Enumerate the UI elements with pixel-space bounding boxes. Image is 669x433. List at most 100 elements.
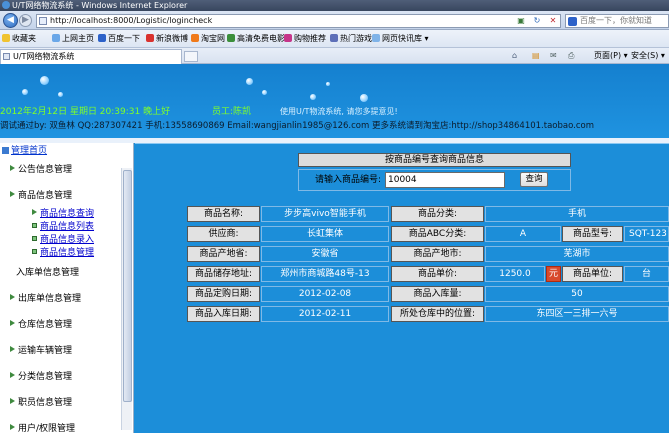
debug-credit-line: 调试通过by: 双鱼林 QQ:287307421 手机:13558690869 … [0, 121, 595, 131]
sidebar-item-label: 仓库信息管理 [18, 320, 73, 330]
sidebar-item-users[interactable]: 用户/权限管理 [10, 423, 75, 433]
sidebar-item-categories[interactable]: 分类信息管理 [10, 371, 72, 383]
feed-icon[interactable]: ▤ [532, 48, 540, 64]
bubble-decoration [246, 78, 253, 85]
game-icon [330, 34, 338, 42]
label-storage-address: 商品储存地址: [187, 266, 260, 282]
tab-logistics[interactable]: U/T网络物流系统 [0, 49, 182, 64]
sidebar-item-label: 运输车辆管理 [18, 346, 73, 356]
weibo-icon [146, 34, 154, 42]
label-origin-province: 商品产地省: [187, 246, 260, 262]
fav-item-movies[interactable]: 高清免费电影 [227, 30, 285, 47]
value-supplier: 长虹集体 [261, 226, 389, 242]
sidebar-sub-goods-query[interactable]: 商品信息查询 [32, 209, 94, 220]
refresh-icon[interactable]: ↻ [532, 16, 542, 26]
address-text: http://localhost:8000/Logistic/loginchec… [50, 16, 213, 25]
value-unit: 台 [624, 266, 669, 282]
new-tab-button[interactable] [184, 51, 198, 62]
sidebar-item-notices[interactable]: 公告信息管理 [10, 164, 72, 176]
sidebar-item-warehouse[interactable]: 仓库信息管理 [10, 319, 72, 331]
address-row: ◀ ▶ http://localhost:8000/Logistic/login… [0, 11, 669, 30]
sidebar-sub-goods-manage[interactable]: 商品信息管理 [32, 248, 94, 259]
fav-item-shopping[interactable]: 购物推荐 [284, 30, 326, 47]
sidebar-home-link[interactable]: 管理首页 [0, 145, 47, 157]
home-icon[interactable]: ⌂ [512, 48, 517, 64]
sidebar-item-label: 入库单信息管理 [16, 268, 80, 278]
staff-name: 员工:陈凯 [212, 107, 252, 117]
arrow-right-icon [10, 346, 15, 352]
goods-detail-table: 商品名称: 步步高vivo智能手机 商品分类: 手机 供应商: 长虹集体 商品A… [187, 206, 669, 322]
value-abc-class: A [485, 226, 561, 242]
arrow-right-icon [10, 294, 15, 300]
address-bar[interactable]: http://localhost:8000/Logistic/loginchec… [36, 14, 561, 28]
search-placeholder: 百度一下，你就知道 [580, 16, 652, 25]
print-icon[interactable]: ⎙ [568, 48, 574, 64]
fav-item-home[interactable]: 上网主页 [52, 30, 94, 47]
value-order-date: 2012-02-08 [261, 286, 389, 302]
page-icon [3, 53, 10, 60]
sidebar-item-inbound[interactable]: 入库单信息管理 [16, 267, 79, 279]
fav-item-taobao[interactable]: 淘宝网 [191, 30, 225, 47]
favorites-button[interactable]: 收藏夹 [2, 30, 36, 47]
sidebar-item-vehicles[interactable]: 运输车辆管理 [10, 345, 72, 357]
label-abc-class: 商品ABC分类: [391, 226, 484, 242]
page-icon [39, 17, 47, 25]
sidebar-scrollbar[interactable] [121, 168, 132, 430]
value-category: 手机 [485, 206, 669, 222]
sidebar-home-label: 管理首页 [11, 146, 48, 156]
query-button[interactable]: 查询 [520, 172, 548, 187]
bubble-decoration [58, 92, 63, 97]
fav-item-weibo[interactable]: 新浪微博 [146, 30, 188, 47]
value-origin-city: 芜湖市 [485, 246, 669, 262]
value-warehouse-location: 东四区一三排一六号 [485, 306, 669, 322]
label-origin-city: 商品产地市: [391, 246, 484, 262]
page-menu[interactable]: 页面(P) ▾ [594, 48, 628, 64]
stop-icon[interactable]: ✕ [548, 16, 558, 26]
sidebar-item-outbound[interactable]: 出库单信息管理 [10, 293, 81, 305]
query-form: 请输入商品编号: 10004 查询 [298, 169, 571, 191]
forward-button[interactable]: ▶ [19, 14, 32, 27]
scrollbar-thumb[interactable] [123, 170, 132, 402]
fav-label: 高清免费电影 [237, 34, 285, 43]
fav-label: 网页快讯库 ▾ [382, 34, 429, 43]
back-arrow-icon: ◀ [7, 15, 14, 25]
sidebar-item-staff[interactable]: 职员信息管理 [10, 397, 72, 409]
goods-id-input[interactable]: 10004 [385, 172, 505, 188]
sidebar-item-label: 用户/权限管理 [18, 424, 76, 433]
sidebar-sub-label: 商品信息列表 [40, 222, 95, 232]
bubble-decoration [40, 76, 49, 85]
page-icon [52, 34, 60, 42]
sidebar-item-goods[interactable]: 商品信息管理 [10, 190, 72, 202]
compat-view-icon[interactable]: ▣ [516, 16, 526, 26]
bubble-decoration [22, 89, 28, 95]
arrow-right-icon [32, 209, 37, 215]
web-page: 2012年2月12日 星期日 20:39:31 晚上好 员工:陈凯 使用U/T物… [0, 64, 669, 433]
search-box[interactable]: 百度一下，你就知道 [565, 14, 669, 28]
fav-label: 上网主页 [62, 34, 94, 43]
fav-item-webslice[interactable]: 网页快讯库 ▾ [372, 30, 429, 47]
value-origin-province: 安徽省 [261, 246, 389, 262]
bubble-decoration [360, 94, 368, 102]
fav-item-games[interactable]: 热门游戏 [330, 30, 372, 47]
label-supplier: 供应商: [187, 226, 260, 242]
tab-title: U/T网络物流系统 [13, 52, 75, 61]
square-bullet-icon [32, 223, 37, 228]
fav-item-baidu[interactable]: 百度一下 [98, 30, 140, 47]
star-icon [2, 34, 10, 42]
fav-label: 淘宝网 [201, 34, 225, 43]
favorites-bar: 收藏夹 上网主页 百度一下 新浪微博 淘宝网 高清免费电影 购物推荐 热门游戏 … [0, 30, 669, 48]
mail-icon[interactable]: ✉ [550, 48, 557, 64]
square-bullet-icon [32, 249, 37, 254]
content-top-border [135, 143, 669, 144]
bubble-decoration [310, 94, 316, 100]
value-storage-address: 郑州市商城路48号-13 [261, 266, 389, 282]
system-banner: 2012年2月12日 星期日 20:39:31 晚上好 员工:陈凯 使用U/T物… [0, 64, 669, 138]
label-order-date: 商品定购日期: [187, 286, 260, 302]
fav-label: 百度一下 [108, 34, 140, 43]
back-button[interactable]: ◀ [3, 13, 18, 28]
sidebar-menu: 管理首页 公告信息管理 商品信息管理 商品信息查询 商品信息列表 商品信息录入 … [0, 143, 134, 433]
sidebar-sub-label: 商品信息查询 [40, 209, 95, 219]
sidebar-sub-goods-add[interactable]: 商品信息录入 [32, 235, 94, 246]
safety-menu[interactable]: 安全(S) ▾ [631, 48, 665, 64]
sidebar-sub-goods-list[interactable]: 商品信息列表 [32, 222, 94, 233]
